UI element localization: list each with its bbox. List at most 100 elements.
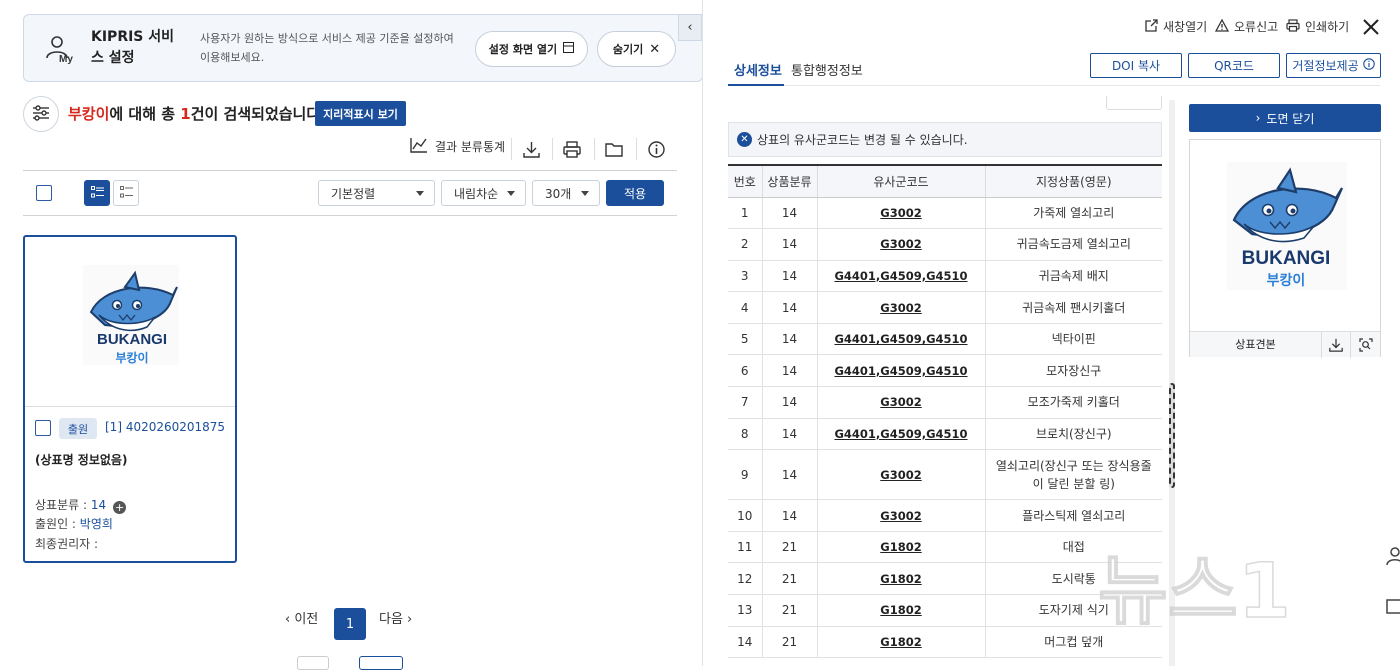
application-number-link[interactable]: [1] 4020260201875 [105, 420, 225, 434]
table-row: 4 14 G3002 귀금속제 팬시키홀더 [728, 291, 1162, 324]
prev-page-button[interactable]: ‹ 이전 [285, 608, 318, 627]
apply-button[interactable]: 적용 [606, 180, 664, 206]
close-drawing-button[interactable]: › 도면 닫기 [1189, 104, 1381, 132]
result-checkbox[interactable] [35, 420, 51, 436]
table-row: 3 14 G4401,G4509,G4510 귀금속제 배지 [728, 260, 1162, 293]
filter-settings-button[interactable] [23, 96, 59, 132]
caret-down-icon [507, 191, 515, 196]
active-tab-indicator [728, 84, 784, 86]
goods-class: 14 [762, 228, 818, 261]
table-row: 13 21 G1802 도자기제 식기 [728, 594, 1162, 627]
select-all-checkbox[interactable] [36, 185, 52, 201]
similar-code-link[interactable]: G4401,G4509,G4510 [817, 323, 986, 356]
warning-icon [1214, 18, 1230, 35]
print-icon [1286, 18, 1300, 35]
applicant-row: 출원인 : 박영희 [35, 515, 113, 532]
doi-copy-button[interactable]: DOI 복사 [1090, 53, 1182, 78]
list-compact-icon [119, 185, 133, 201]
similar-code-link[interactable]: G3002 [817, 228, 986, 261]
similar-code-link[interactable]: G3002 [817, 499, 986, 532]
goods-class: 21 [762, 594, 818, 627]
page-1-button[interactable]: 1 [334, 608, 366, 640]
toolbar-divider [552, 138, 553, 160]
svg-text:BUKANGI: BUKANGI [1242, 248, 1331, 269]
compact-view-button[interactable] [113, 180, 139, 206]
similar-code-link[interactable]: G3002 [817, 386, 986, 419]
zoom-icon[interactable] [1351, 337, 1380, 352]
print-icon[interactable] [562, 139, 582, 159]
stats-label: 결과 분류통계 [435, 140, 506, 154]
new-window-button[interactable]: 새창열기 [1145, 18, 1207, 35]
row-number: 9 [728, 449, 763, 501]
stats-button[interactable]: 결과 분류통계 [410, 137, 505, 156]
similar-code-link[interactable]: G1802 [817, 531, 986, 564]
download-icon[interactable] [1322, 331, 1351, 358]
goods-class: 21 [762, 626, 818, 659]
geo-indication-button[interactable]: 지리적표시 보기 [315, 101, 406, 126]
result-count: 1 [180, 105, 191, 123]
similar-code-link[interactable]: G3002 [817, 449, 986, 501]
similar-code-link[interactable]: G3002 [817, 197, 986, 230]
similar-code-link[interactable]: G1802 [817, 562, 986, 596]
goods-class: 14 [762, 354, 818, 388]
bottom-control[interactable] [297, 656, 329, 670]
person-icon[interactable] [1385, 546, 1400, 566]
order-value: 내림차순 [454, 186, 499, 201]
sort-select[interactable]: 기본정렬 [318, 180, 435, 206]
drawing-footer: 상표견본 [1190, 331, 1380, 358]
goods-class: 14 [762, 499, 818, 532]
row-number: 13 [728, 594, 763, 627]
similar-code-link[interactable]: G3002 [817, 291, 986, 324]
bottom-control[interactable] [359, 656, 403, 670]
similar-code-link[interactable]: G4401,G4509,G4510 [817, 260, 986, 293]
applicant-link[interactable]: 박영희 [80, 517, 113, 531]
report-error-button[interactable]: 오류신고 [1214, 18, 1278, 35]
row-number: 1 [728, 197, 763, 230]
goods-name: 브로치(장신구) [985, 418, 1162, 451]
next-page-button[interactable]: 다음 › [379, 608, 412, 627]
close-detail-button[interactable] [1360, 16, 1382, 38]
qr-code-button[interactable]: QR코드 [1188, 53, 1280, 78]
similar-code-link[interactable]: G4401,G4509,G4510 [817, 354, 986, 388]
shark-logo-icon: BUKANGI 부캉이 [83, 265, 179, 365]
table-row: 10 14 G3002 플라스틱제 열쇠고리 [728, 499, 1162, 532]
collapse-panel-button[interactable]: ‹ [678, 14, 702, 41]
plus-circle-icon[interactable]: + [113, 501, 127, 514]
similar-code-link[interactable]: G1802 [817, 626, 986, 659]
row-number: 14 [728, 626, 763, 659]
share-icon[interactable] [1385, 596, 1400, 616]
open-settings-button[interactable]: 설정 화면 열기 [475, 31, 588, 67]
table-row: 11 21 G1802 대접 [728, 531, 1162, 564]
notice-box: ✕ 상표의 유사군코드는 변경 될 수 있습니다. [728, 122, 1162, 157]
new-window-label: 새창열기 [1163, 20, 1208, 34]
trademark-name: (상표명 정보없음) [35, 453, 128, 467]
status-badge: 출원 [59, 418, 97, 439]
goods-class: 14 [762, 386, 818, 419]
similar-code-link[interactable]: G1802 [817, 594, 986, 627]
goods-class: 14 [762, 291, 818, 324]
info-icon[interactable] [646, 139, 666, 159]
order-select[interactable]: 내림차순 [441, 180, 526, 206]
applicant-label: 출원인 : [35, 517, 80, 531]
hide-banner-button[interactable]: 숨기기 ✕ [597, 31, 676, 67]
page-size-select[interactable]: 30개 [532, 180, 600, 206]
goods-name: 귀금속도금제 열쇠고리 [985, 228, 1162, 261]
list-view-button[interactable] [84, 180, 110, 206]
print-button[interactable]: 인쇄하기 [1286, 18, 1349, 35]
table-row: 14 21 G1802 머그컵 덮개 [728, 626, 1162, 659]
similar-code-link[interactable]: G4401,G4509,G4510 [817, 418, 986, 451]
rejection-info-button[interactable]: 거절정보제공 [1286, 53, 1381, 78]
goods-class: 14 [762, 260, 818, 293]
tab-admin[interactable]: 통합행정정보 [791, 60, 863, 79]
download-icon[interactable] [521, 139, 541, 159]
result-card[interactable]: BUKANGI 부캉이 출원 [1] 4020260201875 (상표명 정보… [23, 235, 237, 563]
folder-icon[interactable] [604, 139, 624, 159]
scrollbar-thumb[interactable] [1169, 383, 1175, 488]
hide-label: 숨기기 [612, 43, 644, 56]
settings-banner: My KIPRIS 서비스 설정 사용자가 원하는 방식으로 서비스 제공 기준… [23, 14, 703, 82]
goods-class: 14 [762, 449, 818, 501]
trademark-image[interactable]: BUKANGI 부캉이 [25, 237, 235, 407]
summary-mid: 에 대해 총 [109, 105, 181, 123]
tab-detail[interactable]: 상세정보 [734, 60, 782, 79]
svg-text:뉴스1: 뉴스1 [1098, 546, 1291, 635]
